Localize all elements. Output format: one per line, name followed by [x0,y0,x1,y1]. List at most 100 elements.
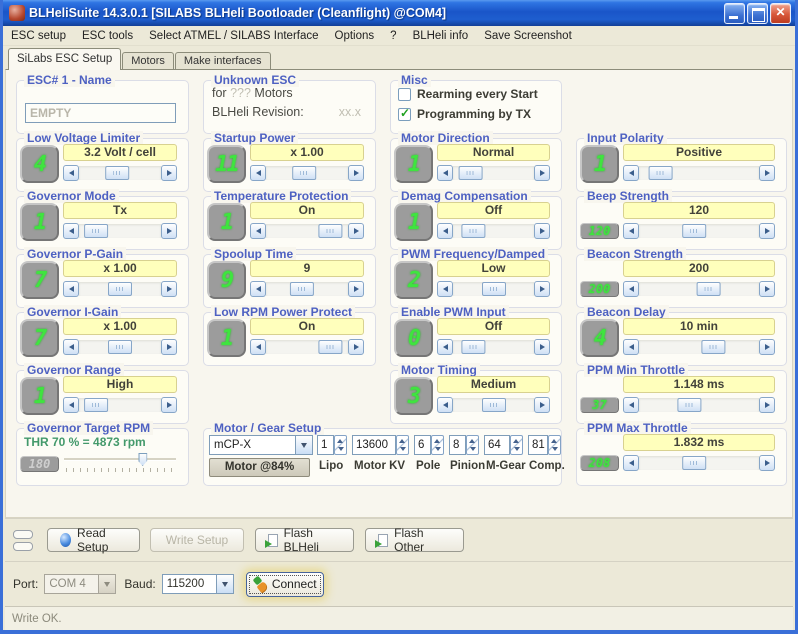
scroll-thumb[interactable] [108,282,132,296]
value-scrollbar[interactable] [250,281,364,297]
scroll-left-button[interactable] [63,281,79,297]
tab-make-interfaces[interactable]: Make interfaces [175,52,271,70]
scroll-right-button[interactable] [161,281,177,297]
tab-motors[interactable]: Motors [122,52,174,70]
scroll-right-button[interactable] [348,339,364,355]
governor-target-slider[interactable] [64,453,176,473]
value-scrollbar[interactable] [437,223,550,239]
scroll-track[interactable] [453,398,534,412]
scroll-track[interactable] [453,340,534,354]
scroll-right-button[interactable] [161,223,177,239]
scroll-track[interactable] [266,166,348,180]
scroll-thumb[interactable] [318,224,342,238]
scroll-track[interactable] [79,398,161,412]
scroll-track[interactable] [639,340,759,354]
value-scrollbar[interactable] [623,281,775,297]
scroll-track[interactable] [639,398,759,412]
scroll-right-button[interactable] [161,165,177,181]
scroll-left-button[interactable] [623,281,639,297]
scroll-right-button[interactable] [759,281,775,297]
scroll-thumb[interactable] [290,282,314,296]
value-scrollbar[interactable] [250,165,364,181]
scroll-right-button[interactable] [759,223,775,239]
value-scrollbar[interactable] [250,223,364,239]
value-scrollbar[interactable] [63,397,177,413]
scroll-track[interactable] [79,340,161,354]
scroll-right-button[interactable] [534,281,550,297]
scroll-thumb[interactable] [459,166,483,180]
menu-options[interactable]: Options [327,28,383,44]
checkbox-row-rearming[interactable]: Rearming every Start [398,87,538,101]
value-scrollbar[interactable] [250,339,364,355]
comp-spinner[interactable] [548,435,561,455]
scroll-thumb[interactable] [318,340,342,354]
m-gear-field[interactable]: 64 [484,435,510,455]
scroll-right-button[interactable] [348,165,364,181]
scroll-left-button[interactable] [623,455,639,471]
checkbox-row-programming-tx[interactable]: Programming by TX [398,107,531,121]
rearming-checkbox[interactable] [398,88,411,101]
pinion-field[interactable]: 8 [449,435,466,455]
motor-kv-spinner[interactable] [396,435,409,455]
scroll-right-button[interactable] [534,339,550,355]
flash-other-button[interactable]: Flash Other [365,528,464,552]
scroll-track[interactable] [266,340,348,354]
scroll-left-button[interactable] [250,339,266,355]
scroll-left-button[interactable] [63,223,79,239]
scroll-thumb[interactable] [462,340,486,354]
flash-blheli-button[interactable]: Flash BLHeli [255,528,354,552]
scroll-thumb[interactable] [105,166,129,180]
scroll-track[interactable] [639,282,759,296]
menu-esc-tools[interactable]: ESC tools [74,28,141,44]
programming-tx-checkbox[interactable] [398,108,411,121]
minimize-icon[interactable] [724,3,745,24]
close-icon[interactable] [770,3,791,24]
scroll-left-button[interactable] [623,223,639,239]
scroll-thumb[interactable] [697,282,721,296]
scroll-left-button[interactable] [250,223,266,239]
value-scrollbar[interactable] [623,455,775,471]
scroll-track[interactable] [453,166,534,180]
value-scrollbar[interactable] [63,223,177,239]
port-combobox[interactable]: COM 4 [44,574,116,594]
baud-combobox[interactable]: 115200 [162,574,234,594]
scroll-thumb[interactable] [292,166,316,180]
motor-percent-button[interactable]: Motor @84% [209,458,310,477]
scroll-right-button[interactable] [759,397,775,413]
value-scrollbar[interactable] [623,339,775,355]
scroll-right-button[interactable] [161,339,177,355]
scroll-right-button[interactable] [161,397,177,413]
dropdown-arrow-icon[interactable] [295,436,312,454]
scroll-thumb[interactable] [677,398,701,412]
scroll-right-button[interactable] [759,455,775,471]
scroll-track[interactable] [453,224,534,238]
scroll-track[interactable] [639,224,759,238]
scroll-left-button[interactable] [623,397,639,413]
maximize-icon[interactable] [747,3,768,24]
scroll-right-button[interactable] [534,165,550,181]
scroll-left-button[interactable] [437,223,453,239]
scroll-track[interactable] [639,166,759,180]
scroll-left-button[interactable] [250,165,266,181]
scroll-track[interactable] [79,282,161,296]
scroll-left-button[interactable] [437,339,453,355]
value-scrollbar[interactable] [63,281,177,297]
scroll-left-button[interactable] [63,397,79,413]
scroll-track[interactable] [266,224,348,238]
value-scrollbar[interactable] [623,165,775,181]
scroll-left-button[interactable] [623,165,639,181]
scroll-thumb[interactable] [682,456,706,470]
pole-spinner[interactable] [431,435,444,455]
scroll-left-button[interactable] [623,339,639,355]
scroll-right-button[interactable] [534,223,550,239]
scroll-right-button[interactable] [348,223,364,239]
value-scrollbar[interactable] [437,339,550,355]
connect-button[interactable]: Connect [246,572,324,597]
scroll-thumb[interactable] [482,282,506,296]
scroll-thumb[interactable] [649,166,673,180]
value-scrollbar[interactable] [437,397,550,413]
scroll-left-button[interactable] [63,165,79,181]
menu-esc-setup[interactable]: ESC setup [3,28,74,44]
scroll-right-button[interactable] [534,397,550,413]
scroll-right-button[interactable] [348,281,364,297]
